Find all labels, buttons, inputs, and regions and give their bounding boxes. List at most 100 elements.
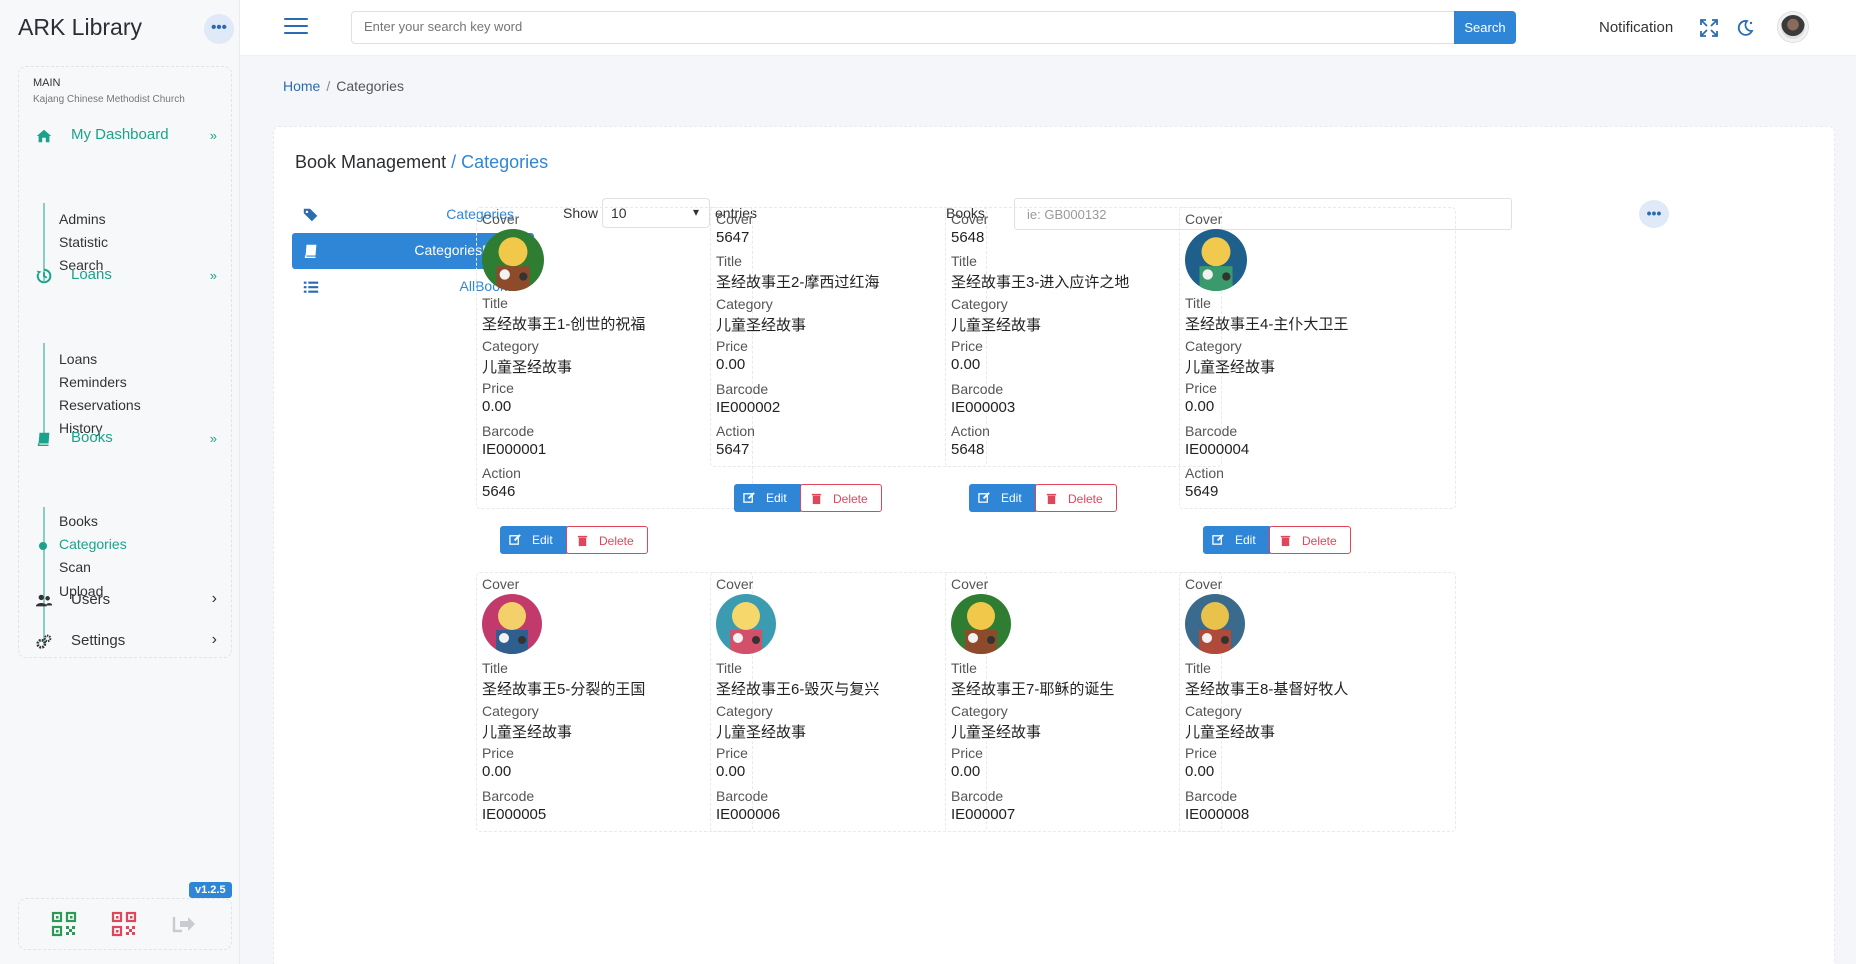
qr-code-icon[interactable] bbox=[51, 911, 77, 937]
title-label: Title bbox=[716, 660, 742, 676]
price-label: Price bbox=[1185, 380, 1217, 396]
sidebar-item-scan[interactable]: Scan bbox=[59, 559, 91, 575]
cover-label: Cover bbox=[1185, 576, 1223, 592]
dark-mode-icon[interactable] bbox=[1735, 18, 1755, 38]
action-label: Action bbox=[716, 423, 755, 439]
title-value: 圣经故事王6-毁灭与复兴 bbox=[716, 681, 880, 698]
user-avatar[interactable] bbox=[1778, 12, 1808, 42]
logout-icon[interactable] bbox=[171, 911, 197, 937]
price-value: 0.00 bbox=[482, 398, 512, 415]
breadcrumb-current: Categories bbox=[336, 78, 404, 94]
action-label: Action bbox=[1185, 465, 1224, 481]
trash-icon bbox=[811, 493, 822, 504]
notification-link[interactable]: Notification bbox=[1599, 19, 1673, 36]
price-value: 0.00 bbox=[951, 763, 981, 780]
sidebar-item-settings[interactable]: Settings › bbox=[19, 628, 231, 656]
title-value: 圣经故事王7-耶稣的诞生 bbox=[951, 681, 1115, 698]
topbar: Search Notification bbox=[240, 0, 1856, 56]
edit-button[interactable]: Edit bbox=[969, 483, 1038, 512]
price-label: Price bbox=[951, 338, 983, 354]
sidebar-item-statistic[interactable]: Statistic bbox=[59, 234, 108, 250]
book-cover-image[interactable] bbox=[482, 229, 544, 291]
sidebar-more-button[interactable]: ••• bbox=[204, 14, 234, 44]
book-cover-image[interactable] bbox=[1185, 229, 1247, 291]
book-icon bbox=[37, 432, 50, 447]
delete-button[interactable]: Delete bbox=[800, 483, 882, 512]
edit-icon bbox=[1212, 533, 1224, 545]
category-label: Category bbox=[1185, 702, 1242, 719]
sidebar-item-books[interactable]: Books bbox=[59, 513, 98, 529]
trash-icon bbox=[577, 535, 588, 546]
search-button[interactable]: Search bbox=[1454, 11, 1516, 44]
action-value: 5648 bbox=[951, 441, 985, 458]
delete-label: Delete bbox=[599, 533, 634, 548]
sidebar-item-admins[interactable]: Admins bbox=[59, 211, 106, 227]
category-label: Category bbox=[482, 702, 539, 719]
fullscreen-icon[interactable] bbox=[1699, 18, 1719, 38]
edit-button[interactable]: Edit bbox=[500, 525, 569, 554]
category-value: 儿童圣经故事 bbox=[1185, 723, 1276, 741]
more-options-button[interactable]: ••• bbox=[1639, 200, 1669, 228]
book-cover-image[interactable] bbox=[1185, 594, 1245, 654]
nav-dashboard-toggle[interactable]: My Dashboard » bbox=[19, 123, 231, 149]
sidebar-item-reservations[interactable]: Reservations bbox=[59, 397, 141, 413]
cover-label: Cover bbox=[951, 211, 989, 227]
page-title: Book Management / Categories bbox=[295, 152, 548, 173]
search-input[interactable] bbox=[364, 19, 1264, 34]
title-value: 圣经故事王5-分裂的王国 bbox=[482, 681, 646, 698]
edit-button[interactable]: Edit bbox=[1203, 525, 1272, 554]
qr-code-red-icon[interactable] bbox=[111, 911, 137, 937]
delete-button[interactable]: Delete bbox=[1269, 525, 1351, 554]
edit-label: Edit bbox=[532, 532, 553, 547]
section-label: MAIN bbox=[33, 77, 61, 89]
sidebar-item-loans[interactable]: Loans bbox=[59, 351, 97, 367]
chevron-right-icon: › bbox=[211, 590, 217, 607]
menu-toggle-icon[interactable] bbox=[284, 18, 308, 36]
delete-label: Delete bbox=[1302, 533, 1337, 548]
trash-icon bbox=[1046, 493, 1057, 504]
price-value: 0.00 bbox=[716, 763, 746, 780]
edit-icon bbox=[743, 491, 755, 503]
breadcrumb-separator: / bbox=[326, 78, 331, 94]
category-value: 儿童圣经故事 bbox=[482, 358, 573, 376]
action-label: Action bbox=[951, 423, 990, 439]
main-card: Book Management / Categories Categories … bbox=[273, 126, 1835, 964]
barcode-label: Barcode bbox=[951, 787, 1004, 804]
breadcrumb: Home / Categories bbox=[283, 78, 404, 94]
barcode-label: Barcode bbox=[1185, 422, 1238, 439]
barcode-value: IE000005 bbox=[482, 805, 547, 823]
price-value: 0.00 bbox=[1185, 398, 1215, 415]
breadcrumb-home[interactable]: Home bbox=[283, 78, 320, 94]
category-value: 儿童圣经故事 bbox=[482, 723, 573, 741]
sidebar-footer bbox=[18, 898, 232, 950]
delete-button[interactable]: Delete bbox=[1035, 483, 1117, 512]
price-label: Price bbox=[716, 338, 748, 354]
edit-label: Edit bbox=[1001, 490, 1022, 505]
nav-books-toggle[interactable]: Books » bbox=[19, 426, 231, 452]
sidebar-nav: MAIN Kajang Chinese Methodist Church My … bbox=[18, 66, 232, 658]
book-cover-image[interactable] bbox=[482, 594, 542, 654]
sidebar-item-categories[interactable]: Categories bbox=[59, 536, 127, 552]
sidebar-item-reminders[interactable]: Reminders bbox=[59, 374, 127, 390]
chevron-double-down-icon: » bbox=[209, 431, 217, 446]
title-label: Title bbox=[482, 660, 508, 676]
cover-label: Cover bbox=[716, 576, 754, 592]
settings-label: Settings bbox=[71, 632, 126, 649]
search-bar: Search bbox=[351, 11, 1516, 44]
cover-value: 5647 bbox=[716, 229, 750, 246]
title-value: 圣经故事王4-主仆大卫王 bbox=[1185, 316, 1349, 333]
price-label: Price bbox=[482, 380, 514, 396]
action-label: Action bbox=[482, 465, 521, 481]
users-label: Users bbox=[71, 591, 111, 608]
nav-loans-toggle[interactable]: Loans » bbox=[19, 263, 231, 289]
brand-title[interactable]: ARK Library bbox=[18, 14, 142, 41]
book-cover-image[interactable] bbox=[716, 594, 776, 654]
book-cover-image[interactable] bbox=[951, 594, 1011, 654]
delete-button[interactable]: Delete bbox=[566, 525, 648, 554]
price-value: 0.00 bbox=[482, 763, 512, 780]
sidebar-item-users[interactable]: Users › bbox=[19, 587, 231, 615]
category-label: Category bbox=[951, 295, 1008, 312]
page-title-sub: / Categories bbox=[451, 152, 549, 172]
category-value: 儿童圣经故事 bbox=[951, 723, 1042, 741]
edit-button[interactable]: Edit bbox=[734, 483, 803, 512]
